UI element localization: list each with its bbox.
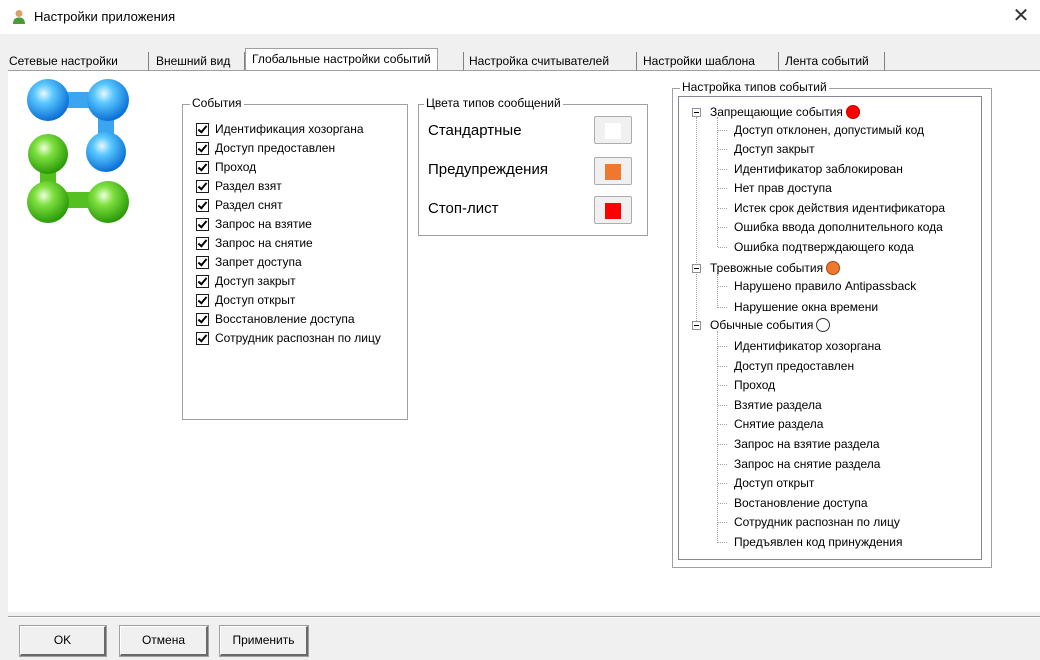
checkbox-row[interactable]: Доступ открыт [196,291,295,309]
tree-item[interactable]: Проход [734,376,775,394]
checkbox[interactable] [196,255,209,269]
tree-group-label: Настройка типов событий [680,80,829,94]
tree-item[interactable]: Ошибка ввода дополнительного кода [734,218,943,236]
tree-item[interactable]: Доступ закрыт [734,140,815,158]
color-swatch [605,203,621,219]
checkbox[interactable] [196,293,209,307]
checkbox[interactable] [196,217,209,231]
checkbox-row[interactable]: Сотрудник распознан по лицу [196,329,381,347]
checkbox-row[interactable]: Запрос на снятие [196,234,313,252]
tree-item[interactable]: Востановление доступа [734,494,868,512]
app-logo [27,79,129,223]
tab-template[interactable]: Настройки шаблона [639,52,759,70]
apply-button[interactable]: Применить [219,625,309,657]
checkbox-row[interactable]: Проход [196,158,256,176]
checkbox[interactable] [196,236,209,250]
checkbox[interactable] [196,198,209,212]
tab-readers[interactable]: Настройка считывателей [465,52,613,70]
checkbox[interactable] [196,122,209,136]
color-swatch [605,164,621,180]
tab-event-feed[interactable]: Лента событий [781,52,873,70]
events-group-label: События [190,96,244,110]
tree-item[interactable]: Нет прав доступа [734,179,832,197]
tree-item[interactable]: Доступ открыт [734,474,814,492]
tree-item[interactable]: Снятие раздела [734,415,823,433]
checkbox-row[interactable]: Доступ закрыт [196,272,296,290]
close-icon[interactable]: ✕ [1010,4,1032,28]
checkbox[interactable] [196,141,209,155]
red-dot-icon [845,105,860,119]
tree-item[interactable]: Нарушение окна времени [734,298,878,316]
tab-network[interactable]: Сетевые настройки [5,52,122,70]
color-swatch [605,123,621,139]
checkbox-row[interactable]: Раздел снят [196,196,283,214]
tree-node-forbidden[interactable]: Запрещающие события [710,103,860,121]
tab-global-events[interactable]: Глобальные настройки событий [245,48,438,71]
color-label-stoplist: Стоп-лист [428,200,499,217]
tree-item[interactable]: Идентификатор заблокирован [734,160,903,178]
tree-item[interactable]: Сотрудник распознан по лицу [734,513,900,531]
collapse-icon[interactable] [692,108,701,117]
tree-item[interactable]: Запрос на снятие раздела [734,455,880,473]
color-button-stoplist[interactable] [594,196,632,224]
checkbox[interactable] [196,312,209,326]
color-button-standard[interactable] [594,116,632,144]
color-button-warning[interactable] [594,157,632,185]
tree-item[interactable]: Запрос на взятие раздела [734,435,880,453]
checkbox[interactable] [196,179,209,193]
window-title: Настройки приложения [34,9,176,24]
tree-item[interactable]: Доступ предоставлен [734,357,854,375]
color-label-standard: Стандартные [428,122,522,139]
tree-item[interactable]: Доступ отклонен, допустимый код [734,121,924,139]
white-dot-icon [816,318,831,332]
checkbox-row[interactable]: Доступ предоставлен [196,139,335,157]
ok-button[interactable]: OK [19,625,107,657]
checkbox-row[interactable]: Восстановление доступа [196,310,355,328]
collapse-icon[interactable] [692,321,701,330]
checkbox-row[interactable]: Запрос на взятие [196,215,312,233]
checkbox[interactable] [196,160,209,174]
tree-item[interactable]: Нарушено правило Antipassback [734,277,916,295]
tree-node-alarm[interactable]: Тревожные события [710,259,841,277]
color-label-warning: Предупреждения [428,161,548,178]
tree-item[interactable]: Идентификатор хозоргана [734,337,881,355]
orange-dot-icon [826,261,841,275]
colors-group-label: Цвета типов сообщений [424,96,563,110]
checkbox[interactable] [196,274,209,288]
checkbox-row[interactable]: Раздел взят [196,177,282,195]
tree-item[interactable]: Взятие раздела [734,396,822,414]
tree-node-regular[interactable]: Обычные события [710,316,831,334]
tab-appearance[interactable]: Внешний вид [152,52,234,70]
checkbox[interactable] [196,331,209,345]
tree-item[interactable]: Ошибка подтверждающего кода [734,238,914,256]
user-icon [13,10,25,24]
checkbox-row[interactable]: Идентификация хозоргана [196,120,364,138]
tree-item[interactable]: Предъявлен код принуждения [734,533,902,551]
collapse-icon[interactable] [692,264,701,273]
tree-item[interactable]: Истек срок действия идентификатора [734,199,945,217]
cancel-button[interactable]: Отмена [119,625,209,657]
checkbox-row[interactable]: Запрет доступа [196,253,302,271]
